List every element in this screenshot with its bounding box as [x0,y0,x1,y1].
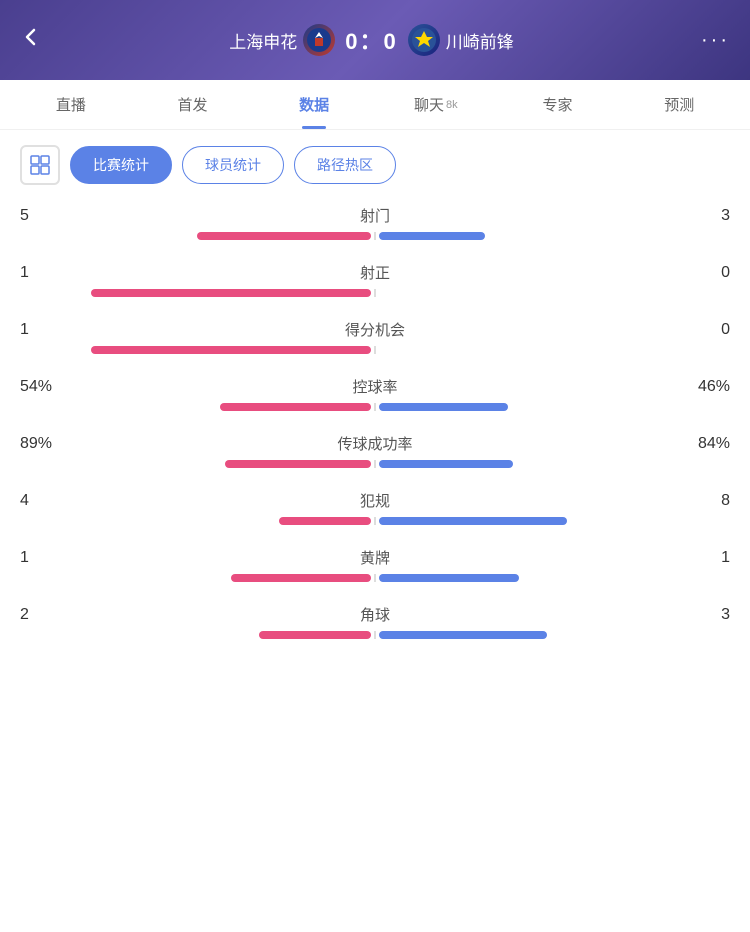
stat-row-2: 1 得分机会 0 [20,319,730,354]
bar-right-0 [379,232,730,240]
stat-right-val-7: 3 [670,606,730,624]
stat-row-3: 54% 控球率 46% [20,376,730,411]
stat-name-7: 角球 [80,604,670,625]
bar-left-7 [20,631,371,639]
bar-left-5 [20,517,371,525]
bar-left-1 [20,289,371,297]
tab-live[interactable]: 直播 [10,80,132,129]
bar-divider-2 [374,346,376,354]
back-button[interactable] [20,26,42,54]
home-team-badge [303,24,335,56]
sub-tab-player-stats[interactable]: 球员统计 [182,146,284,184]
stat-name-0: 射门 [80,205,670,226]
stat-name-2: 得分机会 [80,319,670,340]
bar-right-2 [379,346,730,354]
tab-stats[interactable]: 数据 [253,80,375,129]
nav-tabs: 直播 首发 数据 聊天8k 专家 预测 [0,80,750,130]
bar-divider-0 [374,232,376,240]
sub-tab-match-stats[interactable]: 比赛统计 [70,146,172,184]
stat-right-val-3: 46% [670,378,730,396]
bar-blue-3 [379,403,508,411]
bar-divider-3 [374,403,376,411]
bar-pink-7 [259,631,371,639]
bar-pink-0 [197,232,371,240]
stat-right-val-0: 3 [670,207,730,225]
bar-pink-6 [231,574,371,582]
stats-list: 5 射门 3 1 射正 0 [20,205,730,639]
stat-left-val-4: 89% [20,435,80,453]
stat-left-val-2: 1 [20,321,80,339]
bar-left-4 [20,460,371,468]
bar-right-7 [379,631,730,639]
bar-right-6 [379,574,730,582]
bar-divider-1 [374,289,376,297]
bar-divider-5 [374,517,376,525]
bar-blue-7 [379,631,547,639]
bar-divider-6 [374,574,376,582]
stat-right-val-4: 84% [670,435,730,453]
content-area: 比赛统计 球员统计 路径热区 5 射门 3 1 射正 0 [0,130,750,676]
stat-right-val-2: 0 [670,321,730,339]
bar-right-4 [379,460,730,468]
bar-pink-2 [91,346,371,354]
stat-left-val-5: 4 [20,492,80,510]
stat-name-3: 控球率 [80,376,670,397]
stat-left-val-1: 1 [20,264,80,282]
away-team-badge [408,24,440,56]
away-team: 川崎前锋 [408,24,514,56]
tab-chat[interactable]: 聊天8k [375,80,497,129]
bar-pink-5 [279,517,371,525]
match-info: 上海申花 0：0 川崎前锋 [229,24,513,56]
sub-tabs: 比赛统计 球员统计 路径热区 [20,145,730,185]
away-team-name: 川崎前锋 [446,28,514,53]
bar-left-6 [20,574,371,582]
bar-right-1 [379,289,730,297]
tab-predict[interactable]: 预测 [618,80,740,129]
stat-left-val-0: 5 [20,207,80,225]
stat-row-1: 1 射正 0 [20,262,730,297]
match-score: 0：0 [345,24,397,56]
layout-icon[interactable] [20,145,60,185]
stat-left-val-7: 2 [20,606,80,624]
stat-right-val-1: 0 [670,264,730,282]
bar-left-3 [20,403,371,411]
home-team-name: 上海申花 [229,28,297,53]
stat-row-6: 1 黄牌 1 [20,547,730,582]
bar-pink-1 [91,289,371,297]
bar-left-0 [20,232,371,240]
stat-row-4: 89% 传球成功率 84% [20,433,730,468]
stat-left-val-3: 54% [20,378,80,396]
tab-expert[interactable]: 专家 [497,80,619,129]
stat-row-7: 2 角球 3 [20,604,730,639]
stat-name-6: 黄牌 [80,547,670,568]
bar-left-2 [20,346,371,354]
bar-divider-4 [374,460,376,468]
stat-row-5: 4 犯规 8 [20,490,730,525]
bar-pink-4 [225,460,371,468]
home-team: 上海申花 [229,24,335,56]
bar-blue-5 [379,517,567,525]
stat-left-val-6: 1 [20,549,80,567]
match-header: 上海申花 0：0 川崎前锋 ··· [0,0,750,80]
more-button[interactable]: ··· [701,29,730,52]
sub-tab-heatmap[interactable]: 路径热区 [294,146,396,184]
bar-divider-7 [374,631,376,639]
stat-name-5: 犯规 [80,490,670,511]
bar-pink-3 [220,403,371,411]
bar-blue-4 [379,460,513,468]
stat-name-4: 传球成功率 [80,433,670,454]
bar-right-3 [379,403,730,411]
bar-blue-0 [379,232,485,240]
tab-lineup[interactable]: 首发 [132,80,254,129]
stat-row-0: 5 射门 3 [20,205,730,240]
bar-blue-6 [379,574,519,582]
stat-right-val-5: 8 [670,492,730,510]
stat-right-val-6: 1 [670,549,730,567]
stat-name-1: 射正 [80,262,670,283]
bar-right-5 [379,517,730,525]
